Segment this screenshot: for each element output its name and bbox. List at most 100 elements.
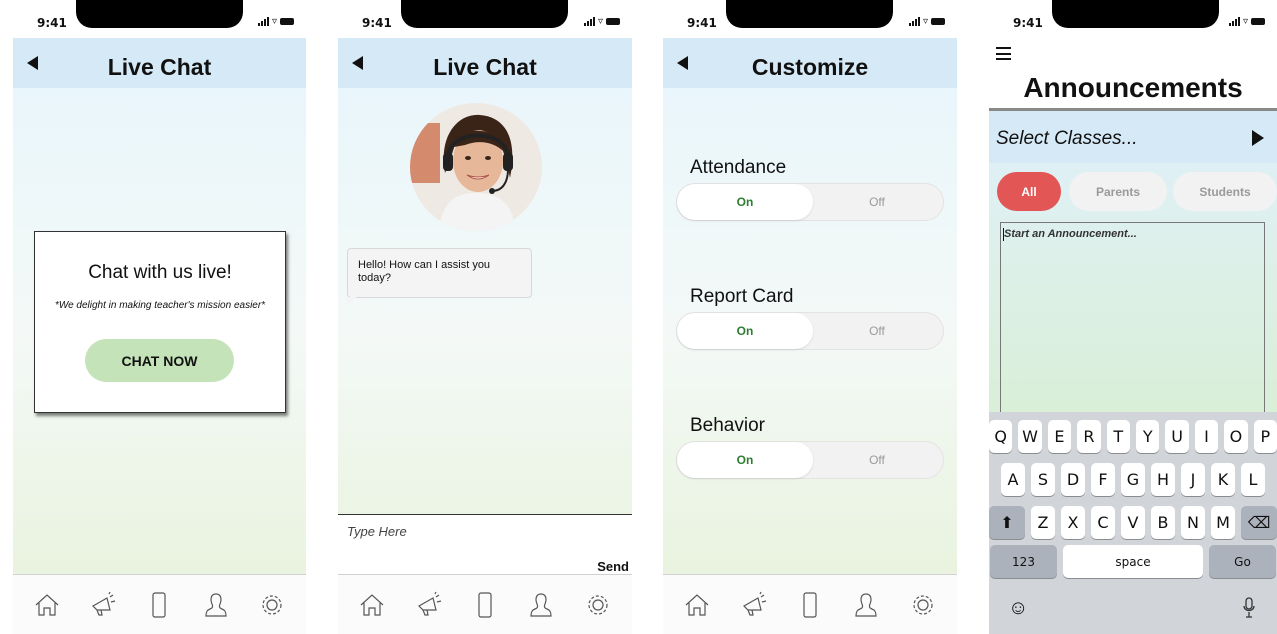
attendance-on-option[interactable]: On [677, 184, 813, 220]
key-b[interactable]: B [1151, 506, 1175, 539]
chat-now-button[interactable]: CHAT NOW [85, 339, 234, 382]
page-title: Live Chat [433, 54, 537, 80]
setting-label-report-card: Report Card [690, 286, 794, 307]
attendance-toggle: On Off [676, 183, 944, 221]
audience-all-button[interactable]: All [997, 172, 1061, 211]
key-x[interactable]: X [1061, 506, 1085, 539]
battery-icon [1251, 18, 1265, 25]
phone-device-icon[interactable] [468, 588, 502, 622]
megaphone-icon[interactable] [412, 588, 446, 622]
settings-gear-icon[interactable] [906, 588, 940, 622]
signal-icon [257, 17, 269, 26]
support-agent-avatar [410, 103, 542, 231]
key-q[interactable]: Q [989, 420, 1013, 453]
key-f[interactable]: F [1091, 463, 1115, 496]
status-icons: ▿ [1228, 16, 1265, 27]
key-t[interactable]: T [1106, 420, 1130, 453]
key-p[interactable]: P [1253, 420, 1277, 453]
keyboard-row-4: 123 space Go [989, 545, 1277, 578]
wifi-icon: ▿ [597, 16, 603, 27]
key-a[interactable]: A [1001, 463, 1025, 496]
key-r[interactable]: R [1077, 420, 1101, 453]
key-i[interactable]: I [1194, 420, 1219, 453]
megaphone-icon[interactable] [86, 588, 120, 622]
live-chat-intro-screen: 9:41 ▿ Live Chat Chat with us live! *We … [13, 0, 306, 634]
key-g[interactable]: G [1121, 463, 1145, 496]
key-z[interactable]: Z [1031, 506, 1055, 539]
backspace-key-icon[interactable]: ⌫ [1241, 506, 1277, 539]
profile-icon[interactable] [524, 588, 558, 622]
announcement-placeholder: Start an Announcement... [1004, 228, 1137, 240]
audience-students-button[interactable]: Students [1173, 172, 1277, 211]
message-input[interactable] [347, 521, 577, 541]
status-icons: ▿ [257, 16, 294, 27]
settings-gear-icon[interactable] [255, 588, 289, 622]
announcement-text-area[interactable]: Start an Announcement... [1000, 222, 1265, 415]
device-notch [1052, 0, 1219, 28]
behavior-off-option[interactable]: Off [811, 442, 943, 478]
key-j[interactable]: J [1181, 463, 1205, 496]
key-w[interactable]: W [1018, 420, 1042, 453]
key-k[interactable]: K [1211, 463, 1235, 496]
key-v[interactable]: V [1121, 506, 1145, 539]
home-icon[interactable] [680, 588, 714, 622]
key-u[interactable]: U [1165, 420, 1189, 453]
behavior-on-option[interactable]: On [677, 442, 813, 478]
phone-device-icon[interactable] [793, 588, 827, 622]
phone-device-icon[interactable] [142, 588, 176, 622]
status-bar: 9:41 ▿ [13, 0, 306, 38]
key-d[interactable]: D [1061, 463, 1085, 496]
key-l[interactable]: L [1241, 463, 1265, 496]
status-bar: 9:41 ▿ [663, 0, 957, 38]
battery-icon [280, 18, 294, 25]
setting-label-attendance: Attendance [690, 157, 787, 178]
header-bar: Live Chat [338, 38, 632, 88]
home-icon[interactable] [355, 588, 389, 622]
chat-invite-card: Chat with us live! *We delight in making… [34, 231, 286, 413]
wifi-icon: ▿ [271, 16, 277, 27]
settings-gear-icon[interactable] [581, 588, 615, 622]
wifi-icon: ▿ [1242, 16, 1248, 27]
select-classes-bar[interactable]: Select Classes... [989, 108, 1277, 163]
emoji-icon[interactable]: ☺ [1008, 597, 1028, 620]
status-bar: 9:41 ▿ [338, 0, 632, 38]
forward-arrow-icon[interactable] [1252, 130, 1264, 146]
battery-icon [606, 18, 620, 25]
battery-icon [931, 18, 945, 25]
on-screen-keyboard: Q W E R T Y U I O P A S D F G H J K L ⬆ … [989, 412, 1277, 634]
attendance-off-option[interactable]: Off [811, 184, 943, 220]
wifi-icon: ▿ [922, 16, 928, 27]
behavior-toggle: On Off [676, 441, 944, 479]
key-o[interactable]: O [1224, 420, 1248, 453]
key-h[interactable]: H [1151, 463, 1175, 496]
go-key[interactable]: Go [1209, 545, 1276, 578]
key-c[interactable]: C [1091, 506, 1115, 539]
header-bar: Customize [663, 38, 957, 88]
page-title: Live Chat [107, 54, 212, 80]
numbers-key[interactable]: 123 [990, 545, 1057, 578]
agent-message-bubble: Hello! How can I assist you today? [347, 248, 532, 298]
profile-icon[interactable] [199, 588, 233, 622]
key-y[interactable]: Y [1136, 420, 1160, 453]
key-s[interactable]: S [1031, 463, 1055, 496]
key-m[interactable]: M [1211, 506, 1235, 539]
hamburger-menu-icon[interactable] [996, 47, 1011, 60]
status-bar: 9:41 ▿ [989, 0, 1277, 38]
send-button[interactable]: Send [597, 559, 629, 574]
microphone-icon[interactable] [1243, 597, 1255, 619]
status-time: 9:41 [37, 16, 67, 30]
setting-label-behavior: Behavior [690, 415, 765, 436]
space-key[interactable]: space [1063, 545, 1203, 578]
status-time: 9:41 [1013, 16, 1043, 30]
home-icon[interactable] [30, 588, 64, 622]
profile-icon[interactable] [849, 588, 883, 622]
key-e[interactable]: E [1047, 420, 1072, 453]
audience-parents-button[interactable]: Parents [1069, 172, 1167, 211]
live-chat-conversation-screen: 9:41 ▿ Live Chat Hello! How can I assist… [338, 0, 632, 634]
bubble-tail [347, 297, 357, 305]
megaphone-icon[interactable] [737, 588, 771, 622]
key-n[interactable]: N [1181, 506, 1205, 539]
report-card-on-option[interactable]: On [677, 313, 813, 349]
shift-key-icon[interactable]: ⬆ [989, 506, 1025, 539]
report-card-off-option[interactable]: Off [811, 313, 943, 349]
